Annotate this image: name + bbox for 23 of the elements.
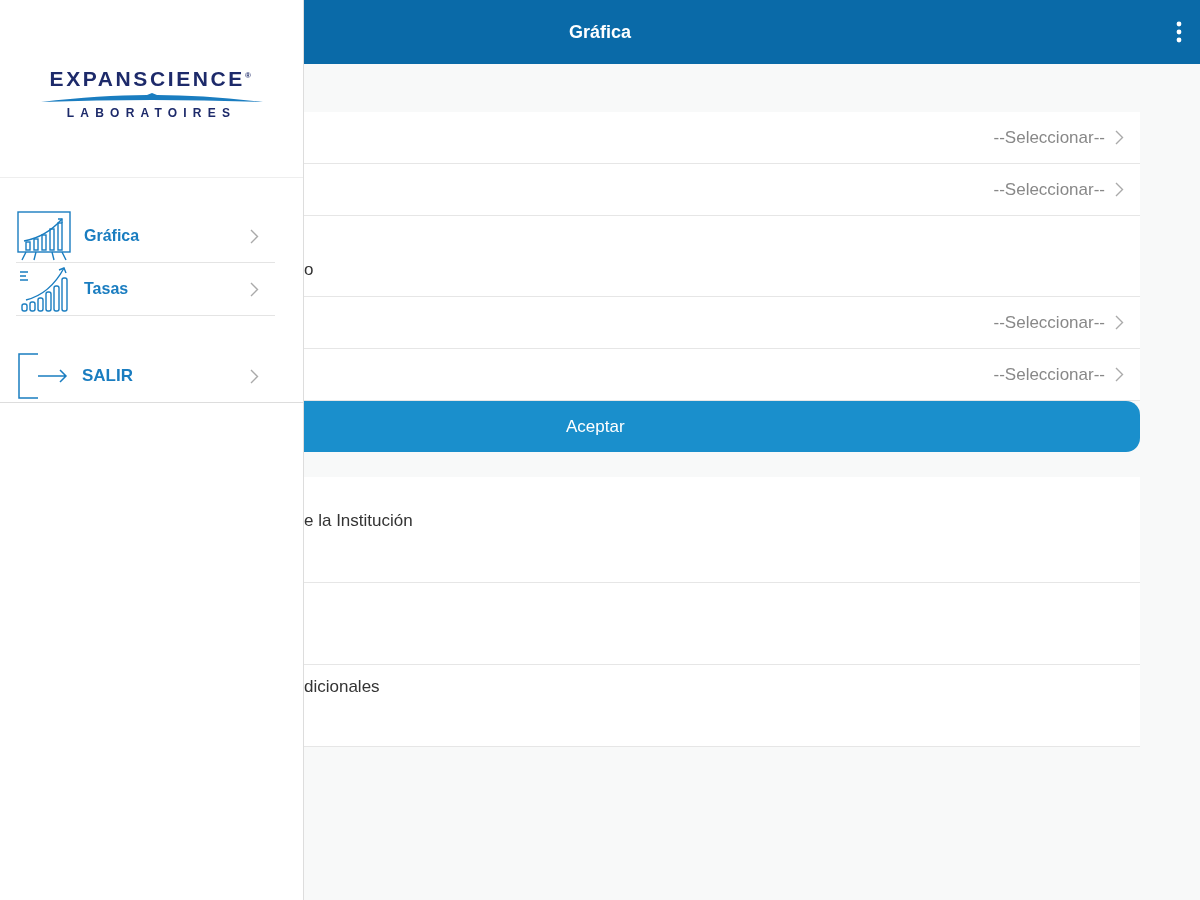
chart-monitor-icon [16, 211, 72, 261]
page-title: Gráfica [567, 21, 632, 43]
menu-item[interactable]: Gráfica [16, 210, 275, 263]
logo-wordmark: EXPANSCIENCE$^{®}$ [49, 66, 254, 91]
select-row[interactable]: --Seleccionar-- [304, 297, 1140, 349]
row-label: o [304, 260, 314, 280]
chevron-icon [1115, 367, 1124, 382]
chevron-icon [250, 368, 259, 384]
select-row[interactable]: --Seleccionar-- [304, 164, 1140, 216]
section-label: dicionales [304, 677, 380, 696]
chevron-icon [250, 228, 259, 244]
chevron-icon [1115, 315, 1124, 330]
more-menu-icon[interactable] [1176, 21, 1182, 43]
accept-button[interactable]: Aceptar [304, 401, 1140, 452]
chevron-icon [1115, 130, 1124, 145]
section-label: e la Institución [304, 511, 413, 530]
logout-item[interactable]: SALIR [0, 350, 303, 403]
menu-item[interactable]: Tasas [16, 263, 275, 316]
select-row[interactable]: --Seleccionar-- [304, 112, 1140, 164]
chevron-icon [250, 281, 259, 297]
logo-subtitle: LABORATOIRES [66, 106, 237, 120]
exit-arrow-icon [18, 353, 70, 399]
chevron-icon [1115, 182, 1124, 197]
